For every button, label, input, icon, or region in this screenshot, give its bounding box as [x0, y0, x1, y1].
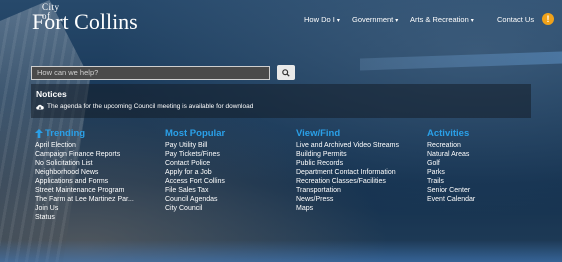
list-item[interactable]: Neighborhood News [35, 168, 134, 177]
list-item[interactable]: Status [35, 213, 134, 222]
list-item[interactable]: Pay Tickets/Fines [165, 150, 225, 159]
notices-panel: Notices The agenda for the upcoming Coun… [31, 84, 531, 118]
notice-item-text: The agenda for the upcoming Council meet… [47, 103, 254, 110]
list-item[interactable]: Recreation [427, 141, 475, 150]
arrow-up-icon [35, 129, 43, 138]
activities-title[interactable]: Activities [427, 127, 475, 140]
list-item[interactable]: Access Fort Collins [165, 177, 225, 186]
list-item[interactable]: Department Contact Information [296, 168, 399, 177]
list-item[interactable]: Council Agendas [165, 195, 225, 204]
nav-contact-us-label: Contact Us [497, 15, 535, 24]
chevron-down-icon: ▾ [336, 18, 340, 24]
search-input[interactable]: How can we help? [31, 66, 270, 80]
list-item[interactable]: Natural Areas [427, 150, 475, 159]
nav-how-do-i-label: How Do I [304, 15, 335, 24]
trending-list: April Election Campaign Finance Reports … [35, 141, 134, 222]
list-item[interactable]: Public Records [296, 159, 399, 168]
list-item[interactable]: Live and Archived Video Streams [296, 141, 399, 150]
list-item[interactable]: Building Permits [296, 150, 399, 159]
search-icon [282, 68, 290, 77]
view-find-column: View/Find Live and Archived Video Stream… [296, 127, 399, 213]
list-item[interactable]: Street Maintenance Program [35, 186, 134, 195]
nav-government-label: Government [352, 15, 394, 24]
background-bottom-glow [0, 240, 562, 262]
list-item[interactable]: No Solicitation List [35, 159, 134, 168]
list-item[interactable]: Trails [427, 177, 475, 186]
list-item[interactable]: File Sales Tax [165, 186, 225, 195]
trending-title-label: Trending [45, 128, 86, 139]
nav-arts-recreation[interactable]: Arts & Recreation ▾ [410, 15, 474, 24]
list-item[interactable]: Applications and Forms [35, 177, 134, 186]
list-item[interactable]: City Council [165, 204, 225, 213]
activities-column: Activities Recreation Natural Areas Golf… [427, 127, 475, 204]
most-popular-title[interactable]: Most Popular [165, 127, 225, 140]
trending-column: Trending April Election Campaign Finance… [35, 127, 134, 222]
search-button[interactable] [277, 65, 295, 80]
top-navigation-bar: City of Fort Collins How Do I ▾ Governmen… [0, 0, 562, 40]
view-find-title[interactable]: View/Find [296, 127, 399, 140]
nav-contact-us[interactable]: Contact Us [497, 15, 534, 24]
list-item[interactable]: Event Calendar [427, 195, 475, 204]
notices-title: Notices [36, 89, 67, 99]
list-item[interactable]: Apply for a Job [165, 168, 225, 177]
view-find-list: Live and Archived Video Streams Building… [296, 141, 399, 213]
list-item[interactable]: Campaign Finance Reports [35, 150, 134, 159]
list-item[interactable]: April Election [35, 141, 134, 150]
most-popular-column: Most Popular Pay Utility Bill Pay Ticket… [165, 127, 225, 213]
list-item[interactable]: Senior Center [427, 186, 475, 195]
list-item[interactable]: Golf [427, 159, 475, 168]
nav-how-do-i[interactable]: How Do I ▾ [304, 15, 340, 24]
nav-arts-recreation-label: Arts & Recreation [410, 15, 469, 24]
list-item[interactable]: News/Press [296, 195, 399, 204]
list-item[interactable]: The Farm at Lee Martinez Par... [35, 195, 134, 204]
list-item[interactable]: Parks [427, 168, 475, 177]
chevron-down-icon: ▾ [395, 18, 399, 24]
list-item[interactable]: Join Us [35, 204, 134, 213]
list-item[interactable]: Recreation Classes/Facilities [296, 177, 399, 186]
cloud-download-icon [36, 104, 44, 110]
nav-government[interactable]: Government ▾ [352, 15, 398, 24]
most-popular-list: Pay Utility Bill Pay Tickets/Fines Conta… [165, 141, 225, 213]
main-nav: How Do I ▾ Government ▾ Arts & Recreation ▾… [0, 15, 562, 29]
chevron-down-icon: ▾ [470, 18, 474, 24]
list-item[interactable]: Contact Police [165, 159, 225, 168]
list-item[interactable]: Transportation [296, 186, 399, 195]
list-item[interactable]: Maps [296, 204, 399, 213]
trending-title[interactable]: Trending [35, 127, 134, 140]
alert-icon[interactable]: ! [542, 13, 554, 25]
notice-item[interactable]: The agenda for the upcoming Council meet… [36, 103, 253, 110]
list-item[interactable]: Pay Utility Bill [165, 141, 225, 150]
activities-list: Recreation Natural Areas Golf Parks Trai… [427, 141, 475, 204]
